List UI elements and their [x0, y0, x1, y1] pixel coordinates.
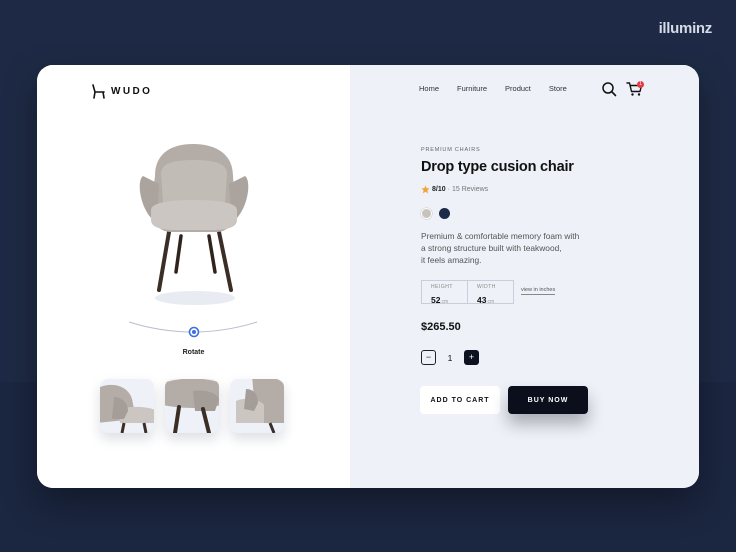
star-icon	[421, 185, 430, 194]
description-line: a strong structure built with teakwood,	[421, 243, 562, 253]
height-value: 52	[431, 295, 441, 305]
quantity-increase-button[interactable]: +	[464, 350, 479, 365]
product-category: PREMIUM CHAIRS	[421, 147, 481, 153]
quantity-decrease-button[interactable]: −	[421, 350, 436, 365]
height-label: HEIGHT	[431, 284, 453, 290]
height-dimension: HEIGHT 52cm	[422, 281, 467, 305]
product-price: $265.50	[421, 321, 461, 333]
add-to-cart-button[interactable]: ADD TO CART	[420, 386, 500, 414]
main-nav: Home Furniture Product Store	[419, 84, 567, 94]
description-line: it feels amazing.	[421, 255, 482, 265]
brand-logo[interactable]: WUDO	[91, 83, 152, 99]
height-unit: cm	[441, 299, 449, 305]
description-line: Premium & comfortable memory foam with	[421, 231, 580, 241]
thumbnail-gallery	[100, 379, 284, 433]
thumbnail-side-view[interactable]	[100, 379, 154, 433]
width-label: WIDTH	[477, 284, 496, 290]
product-card: WUDO Rotate Home Furniture Product Store…	[37, 65, 699, 488]
width-value: 43	[477, 295, 487, 305]
thumbnail-detail-view[interactable]	[230, 379, 284, 433]
product-description: Premium & comfortable memory foam with a…	[421, 230, 579, 266]
view-in-inches-link[interactable]: view in inches	[521, 287, 556, 295]
nav-home[interactable]: Home	[419, 84, 439, 94]
color-options	[421, 208, 450, 219]
brand-name: WUDO	[111, 85, 153, 97]
rotate-label: Rotate	[182, 349, 205, 356]
nav-product[interactable]: Product	[505, 84, 531, 94]
cart-count-badge: 1	[637, 81, 644, 88]
quantity-value: 1	[447, 352, 453, 363]
product-rating: 8/10 · 15 Reviews	[421, 185, 488, 194]
buy-now-button[interactable]: BUY NOW	[508, 386, 588, 414]
thumbnail-rear-view[interactable]	[165, 379, 219, 433]
dimensions-box: HEIGHT 52cm WIDTH 43cm	[421, 280, 514, 305]
watermark: illuminz	[658, 20, 713, 37]
product-title: Drop type cusion chair	[421, 159, 574, 175]
rotate-slider[interactable]	[127, 320, 259, 346]
rating-separator: ·	[447, 186, 450, 193]
nav-store[interactable]: Store	[549, 84, 567, 94]
product-viewer-panel: WUDO Rotate	[37, 65, 350, 488]
chair-logo-icon	[92, 84, 105, 99]
width-unit: cm	[487, 299, 495, 305]
search-icon[interactable]	[601, 81, 617, 97]
nav-furniture[interactable]: Furniture	[457, 84, 487, 94]
color-swatch-gray[interactable]	[421, 208, 432, 219]
reviews-count[interactable]: 15 Reviews	[452, 186, 488, 193]
width-dimension: WIDTH 43cm	[467, 281, 513, 305]
rating-score: 8/10	[432, 186, 446, 193]
quantity-stepper: − 1 +	[421, 350, 479, 365]
chair-main-image[interactable]	[133, 140, 253, 310]
product-details-panel: Home Furniture Product Store 1 PREMIUM C…	[350, 65, 699, 488]
color-swatch-navy[interactable]	[439, 208, 450, 219]
